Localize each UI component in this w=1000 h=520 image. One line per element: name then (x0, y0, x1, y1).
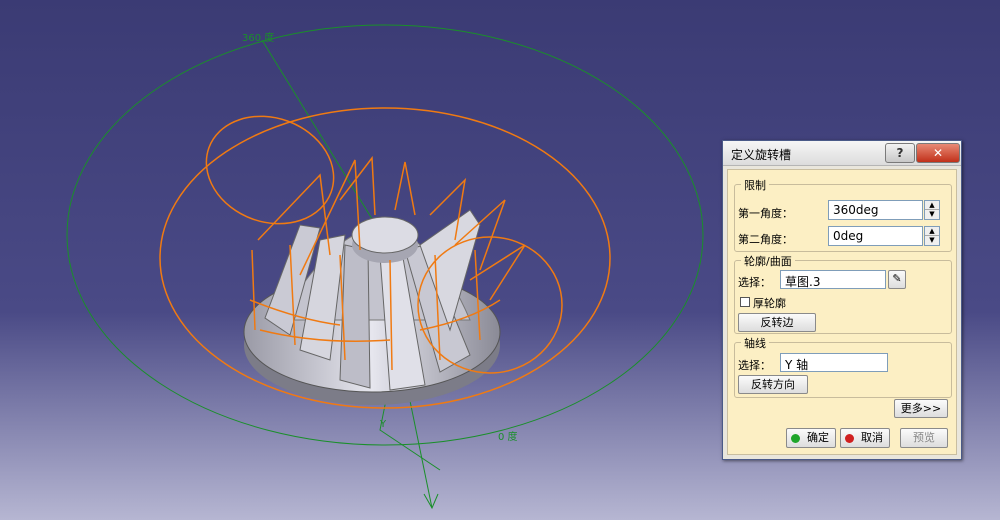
axis-select-input[interactable]: Y 轴 (780, 353, 888, 372)
second-angle-field-label: 第二角度： (738, 233, 793, 246)
more-button[interactable]: 更多>> (894, 399, 948, 418)
profile-select-input[interactable]: 草图.3 (780, 270, 886, 289)
first-angle-field-label: 第一角度： (738, 207, 793, 220)
axis-legend: 轴线 (741, 335, 769, 351)
help-button[interactable]: ? (885, 143, 915, 163)
define-groove-dialog: 定义旋转槽 ? ✕ 限制 第一角度： 360deg ▲ ▼ 第二角度： 0deg … (722, 140, 962, 460)
spin-down-icon: ▼ (929, 236, 935, 244)
first-angle-input[interactable]: 360deg (828, 200, 923, 220)
dialog-body: 限制 第一角度： 360deg ▲ ▼ 第二角度： 0deg ▲ ▼ 轮廓/曲面 选… (727, 169, 957, 455)
spin-up-icon: ▲ (925, 227, 939, 236)
axis-label: Y (379, 419, 387, 430)
limits-legend: 限制 (741, 177, 769, 193)
axis-select-label: 选择： (738, 359, 771, 372)
close-button[interactable]: ✕ (916, 143, 960, 163)
profile-legend: 轮廓/曲面 (741, 253, 795, 269)
second-angle-input[interactable]: 0deg (828, 226, 923, 246)
profile-select-label: 选择： (738, 276, 771, 289)
sketch-edit-button[interactable]: ✎ (888, 270, 906, 289)
cancel-icon (845, 434, 854, 443)
ok-icon (791, 434, 800, 443)
edit-sketch-icon: ✎ (892, 272, 902, 285)
hub-cylinder-top (351, 216, 419, 254)
reverse-direction-button[interactable]: 反转方向 (738, 375, 808, 394)
dialog-titlebar[interactable]: 定义旋转槽 ? ✕ (723, 141, 961, 166)
spin-up-icon: ▲ (925, 201, 939, 210)
thick-profile-label: 厚轮廓 (753, 297, 786, 310)
dialog-title: 定义旋转槽 (731, 148, 792, 162)
preview-button[interactable]: 预览 (900, 428, 948, 448)
ok-label: 确定 (807, 431, 829, 444)
reverse-side-button[interactable]: 反转边 (738, 313, 816, 332)
first-angle-label: 360 度 (242, 31, 274, 44)
second-angle-label: 0 度 (498, 430, 518, 443)
spin-down-icon: ▼ (929, 210, 935, 218)
cancel-label: 取消 (861, 431, 883, 444)
ok-button[interactable]: 确定 (786, 428, 836, 448)
cancel-button[interactable]: 取消 (840, 428, 890, 448)
second-angle-spinner[interactable]: ▲ ▼ (924, 226, 940, 246)
first-angle-spinner[interactable]: ▲ ▼ (924, 200, 940, 220)
thick-profile-checkbox[interactable] (740, 297, 750, 307)
